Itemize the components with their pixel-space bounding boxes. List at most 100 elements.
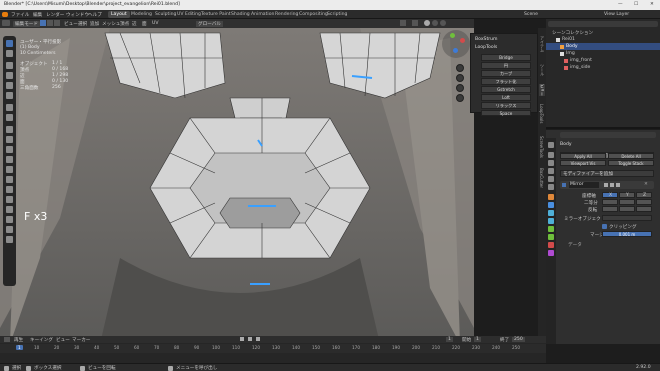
transform-tool-icon[interactable]: [6, 92, 13, 99]
knife-tool-icon[interactable]: [6, 166, 13, 173]
transform-orientation-dropdown[interactable]: グローバル: [196, 21, 223, 27]
shrink-fatten-tool-icon[interactable]: [6, 216, 13, 223]
shear-tool-icon[interactable]: [6, 226, 13, 233]
mode-dropdown[interactable]: 編集モード: [13, 21, 40, 27]
solid-shading-icon[interactable]: [424, 20, 430, 26]
viewport-menu-vertex[interactable]: 頂点: [120, 21, 129, 27]
poly-build-tool-icon[interactable]: [6, 176, 13, 183]
mirror-object-field[interactable]: [602, 215, 652, 221]
loop-cut-tool-icon[interactable]: [6, 156, 13, 163]
axis-z-toggle[interactable]: Z: [636, 192, 652, 198]
bisect-y-toggle[interactable]: [619, 199, 635, 205]
vertex-select-icon[interactable]: [40, 20, 46, 26]
output-tab-icon[interactable]: [548, 160, 554, 166]
maximize-button[interactable]: ☐: [634, 2, 638, 7]
render-toggle-icon[interactable]: [616, 183, 620, 187]
apply-all-button[interactable]: Apply All: [560, 153, 606, 159]
looptools-curve-button[interactable]: カーブ: [481, 70, 531, 77]
z-axis-icon[interactable]: [453, 48, 458, 53]
menu-render[interactable]: レンダー: [46, 12, 64, 18]
merge-distance-field[interactable]: 0.001 m: [602, 231, 652, 237]
looptools-gstretch-button[interactable]: Gstretch: [481, 86, 531, 93]
viewport-menu-view[interactable]: ビュー: [64, 21, 78, 27]
modifier-tab-icon[interactable]: [548, 202, 554, 208]
material-tab-icon[interactable]: [548, 242, 554, 248]
data-tab-icon[interactable]: [548, 234, 554, 240]
view-layer-selector[interactable]: View Layer: [604, 12, 629, 17]
section-boxstrum[interactable]: BoxStrum: [475, 37, 498, 42]
looptools-flatten-button[interactable]: フラット化: [481, 78, 531, 85]
physics-tab-icon[interactable]: [548, 218, 554, 224]
minimize-button[interactable]: —: [618, 2, 623, 7]
playhead-frame[interactable]: 1: [16, 345, 23, 350]
scene-tab-icon[interactable]: [548, 176, 554, 182]
spin-tool-icon[interactable]: [6, 186, 13, 193]
viewport-menu-uv[interactable]: UV: [152, 21, 159, 26]
timeline-menu-view[interactable]: ビュー: [56, 337, 70, 343]
mirror-modifier-header[interactable]: Mirror ✕: [560, 181, 654, 189]
timeline-menu-keying[interactable]: キーイング: [30, 337, 53, 343]
axis-x-toggle[interactable]: X: [602, 192, 618, 198]
outliner-row-img[interactable]: Img: [546, 50, 660, 57]
overlay-toggle-icon[interactable]: [400, 20, 406, 26]
rip-region-tool-icon[interactable]: [6, 236, 13, 243]
workspace-tab-modeling[interactable]: Modeling: [128, 11, 155, 18]
n-tab-tool[interactable]: ツール: [539, 64, 545, 76]
flip-x-toggle[interactable]: [602, 206, 618, 212]
bisect-x-toggle[interactable]: [602, 199, 618, 205]
n-tab-looptools[interactable]: LoopTools: [539, 104, 544, 123]
x-axis-icon[interactable]: [460, 38, 465, 43]
close-button[interactable]: ✕: [650, 2, 654, 7]
camera-view-icon[interactable]: [456, 84, 464, 92]
blender-logo-icon[interactable]: [2, 12, 8, 17]
looptools-bridge-button[interactable]: Bridge: [481, 54, 531, 61]
menu-edit[interactable]: 編集: [33, 12, 42, 18]
n-tab-item[interactable]: アイテム: [539, 36, 545, 52]
looptools-relax-button[interactable]: リラックス: [481, 102, 531, 109]
n-tab-screwtools[interactable]: ScrewTools: [539, 136, 544, 158]
modifier-name-field[interactable]: Mirror: [569, 182, 599, 188]
timeline-menu-marker[interactable]: マーカー: [72, 337, 90, 343]
outliner-row-img-side[interactable]: img_side: [546, 64, 660, 71]
xray-toggle-icon[interactable]: [412, 20, 418, 26]
pan-icon[interactable]: [456, 74, 464, 82]
edge-slide-tool-icon[interactable]: [6, 206, 13, 213]
looptools-space-button[interactable]: Space: [481, 110, 531, 116]
toggle-stack-button[interactable]: Toggle Stack: [608, 160, 654, 166]
measure-tool-icon[interactable]: [6, 114, 13, 121]
workspace-tab-layout[interactable]: Layout: [108, 11, 130, 18]
timeline-editor-type-icon[interactable]: [4, 337, 10, 342]
jump-end-icon[interactable]: [256, 337, 260, 341]
move-tool-icon[interactable]: [6, 62, 13, 69]
outliner-search[interactable]: [548, 21, 658, 27]
outliner-row-scene-collection[interactable]: シーンコレクション: [546, 29, 660, 36]
timeline-ruler[interactable]: 1 10 20 30 40 50 60 70 80 90 100 110 120…: [0, 344, 546, 353]
view-layer-tab-icon[interactable]: [548, 168, 554, 174]
render-tab-icon[interactable]: [548, 152, 554, 158]
looptools-circle-button[interactable]: 円: [481, 62, 531, 69]
timeline-menu-playback[interactable]: 再生: [14, 337, 23, 343]
scale-tool-icon[interactable]: [6, 82, 13, 89]
outliner-row-body[interactable]: Body: [546, 43, 660, 50]
section-looptools[interactable]: LoopTools: [475, 45, 497, 50]
flip-z-toggle[interactable]: [636, 206, 652, 212]
particles-tab-icon[interactable]: [548, 210, 554, 216]
viewport-menu-select[interactable]: 選択: [78, 21, 87, 27]
annotate-tool-icon[interactable]: [6, 104, 13, 111]
rendered-shading-icon[interactable]: [440, 20, 446, 26]
constraints-tab-icon[interactable]: [548, 226, 554, 232]
add-modifier-dropdown-menu[interactable]: モディファイアーを追加: [560, 170, 654, 177]
jump-start-icon[interactable]: [240, 337, 244, 341]
current-frame-field[interactable]: 1: [446, 337, 453, 342]
properties-search[interactable]: [560, 132, 656, 138]
extrude-tool-icon[interactable]: [6, 126, 13, 133]
perspective-toggle-icon[interactable]: [456, 94, 464, 102]
smooth-tool-icon[interactable]: [6, 196, 13, 203]
material-shading-icon[interactable]: [432, 20, 438, 26]
inset-tool-icon[interactable]: [6, 136, 13, 143]
edge-select-icon[interactable]: [47, 20, 53, 26]
start-frame-field[interactable]: 1: [474, 337, 481, 342]
menu-file[interactable]: ファイル: [11, 12, 29, 18]
editor-type-icon[interactable]: [2, 20, 10, 26]
outliner-row-img-front[interactable]: img_front: [546, 57, 660, 64]
